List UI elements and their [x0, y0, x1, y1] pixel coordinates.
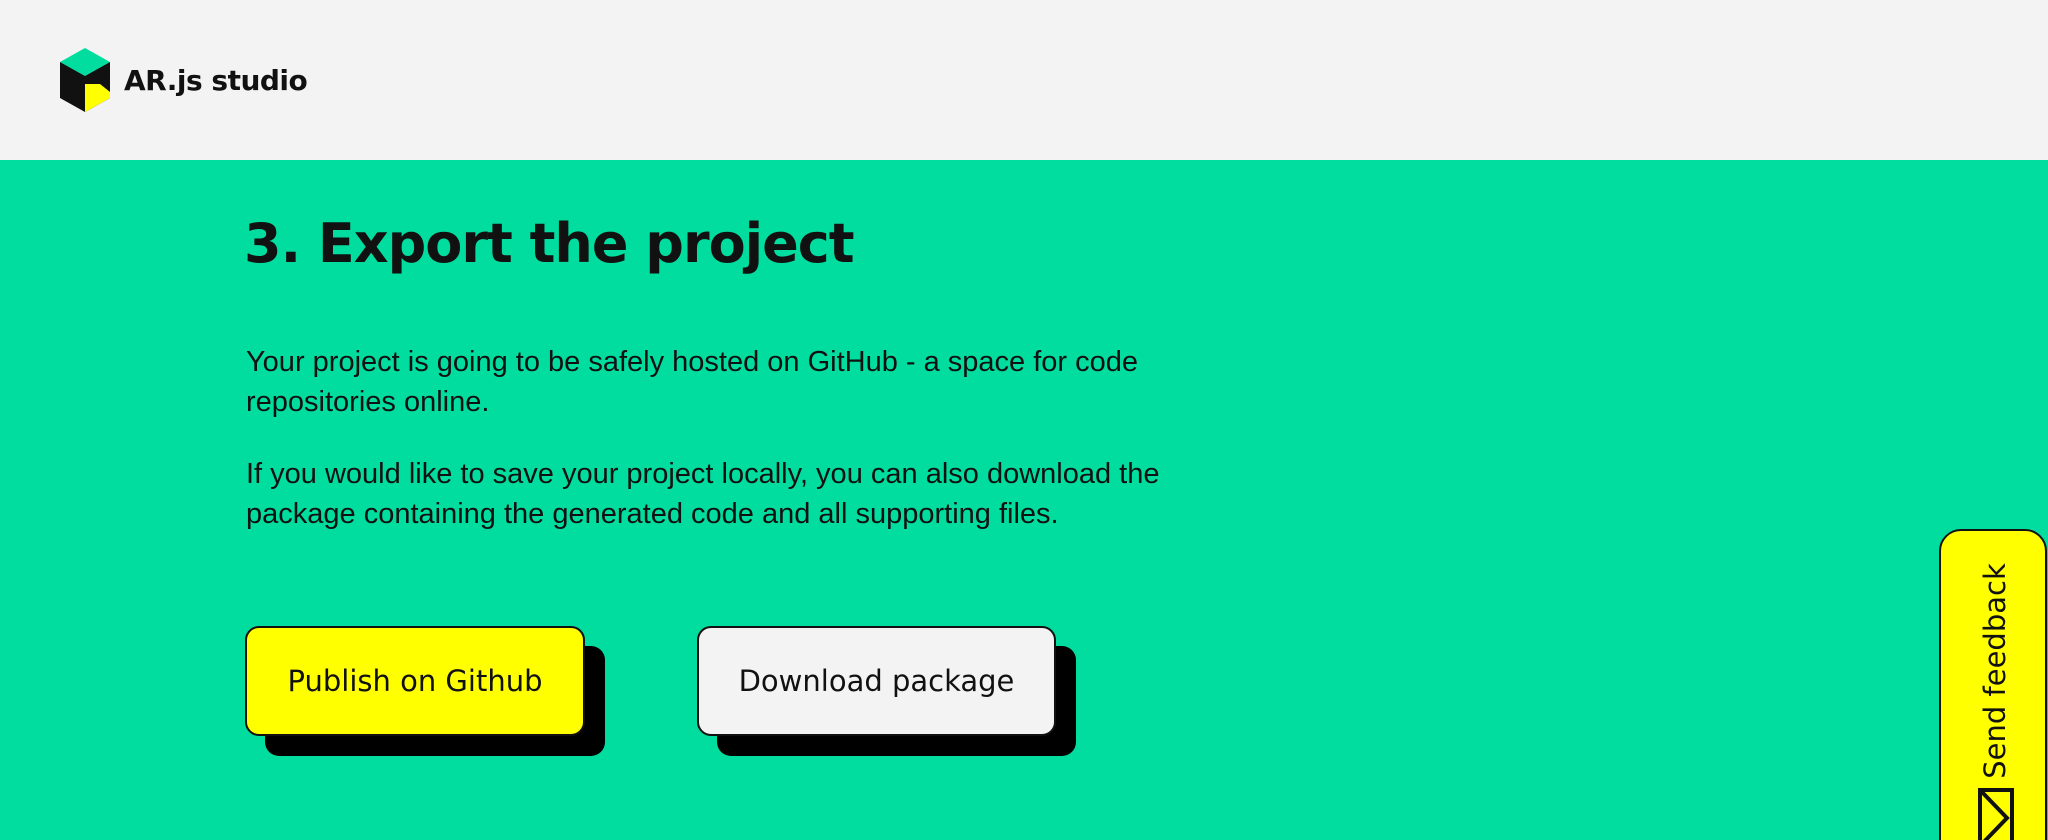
download-paragraph: If you would like to save your project l…: [246, 458, 1160, 530]
brand-name: AR.js studio: [124, 63, 308, 97]
arjs-cube-logo-icon: [60, 48, 110, 112]
download-package-button[interactable]: Download package: [697, 626, 1056, 736]
section-title: 3. Export the project: [244, 212, 855, 275]
download-button-wrapper: Download package: [697, 626, 1076, 756]
top-bar: AR.js studio: [0, 0, 2048, 160]
publish-button-wrapper: Publish on Github: [245, 626, 605, 756]
send-feedback-label: Send feedback: [1978, 563, 2012, 779]
publish-on-github-button[interactable]: Publish on Github: [245, 626, 585, 736]
export-page: AR.js studio 3. Export the project Your …: [0, 0, 2048, 840]
intro-paragraph: Your project is going to be safely hoste…: [246, 346, 1139, 418]
send-feedback-tab[interactable]: Send feedback: [1939, 529, 2047, 840]
envelope-icon: [1977, 787, 2015, 840]
brand-link[interactable]: AR.js studio: [60, 48, 308, 112]
